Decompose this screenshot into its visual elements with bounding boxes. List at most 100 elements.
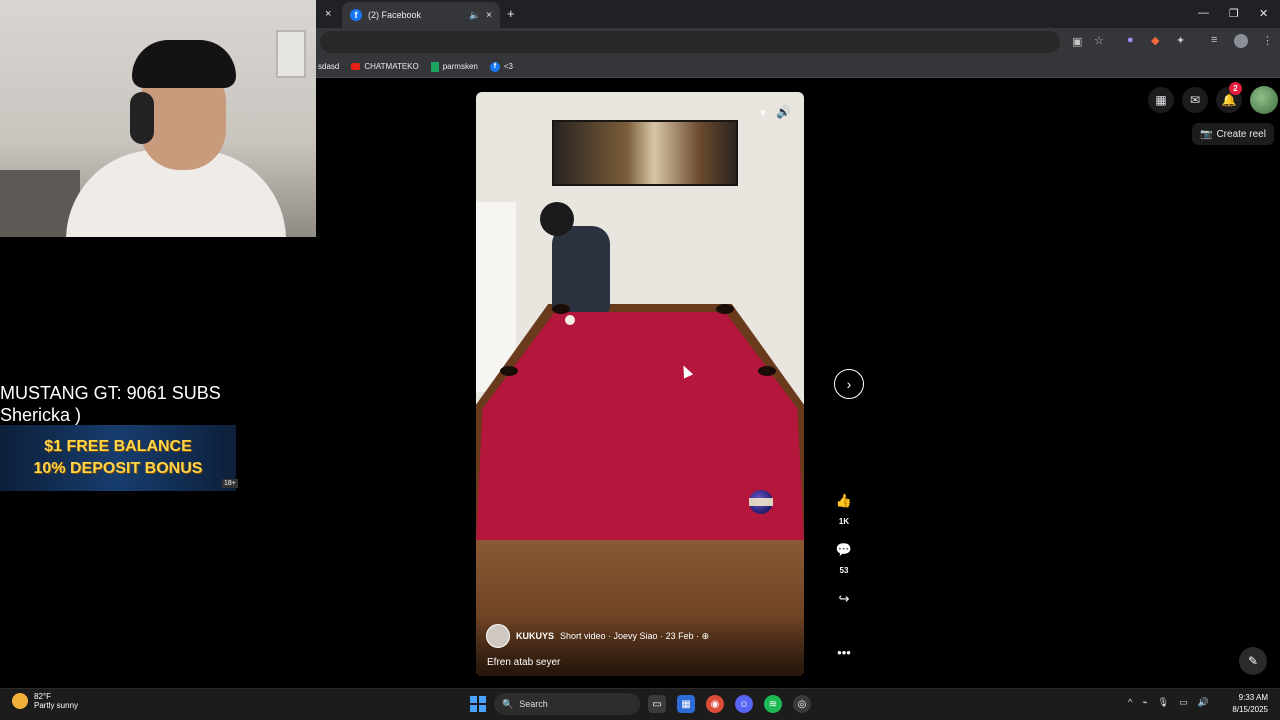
create-reel-button[interactable]: 📷 Create reel: [1192, 123, 1274, 145]
bookmark-sdasd[interactable]: sdasd: [318, 62, 339, 71]
media-control-icon[interactable]: ≡: [1211, 34, 1217, 46]
clock-date: 8/15/2025: [1232, 705, 1268, 714]
edit-icon: ✎: [1247, 654, 1259, 668]
bookmark-star-icon[interactable]: ☆: [1094, 34, 1104, 47]
promo-banner: $1 FREE BALANCE 10% DEPOSIT BONUS: [0, 425, 236, 491]
app-icon[interactable]: ◎: [793, 695, 811, 713]
reel-caption: Efren atab seyer: [487, 657, 561, 668]
chevron-right-icon: ›: [846, 376, 852, 392]
reel-meta: KUKUYS Short video · Joevy Siao · 23 Feb…: [486, 624, 709, 648]
more-options-icon[interactable]: •••: [832, 640, 856, 664]
next-reel-button[interactable]: ›: [834, 369, 864, 399]
discord-icon[interactable]: ☺: [735, 695, 753, 713]
overlay-line-name: Shericka ): [0, 405, 82, 425]
messenger-icon[interactable]: ✉: [1182, 87, 1208, 113]
taskbar-clock[interactable]: 9:33 AM 8/15/2025: [1222, 692, 1268, 716]
video-player-head: [540, 202, 574, 236]
bookmark-label: <3: [503, 62, 513, 71]
youtube-icon: [351, 63, 361, 70]
video-pocket: [716, 304, 734, 314]
menu-grid-icon[interactable]: ▦: [1148, 87, 1174, 113]
browser-tab-facebook[interactable]: f (2) Facebook 🔈 ×: [342, 2, 500, 28]
more-action[interactable]: •••: [832, 640, 856, 664]
window-minimize-button[interactable]: —: [1198, 7, 1209, 19]
display-icon[interactable]: ▭: [1179, 697, 1188, 708]
task-view-icon[interactable]: ▭: [648, 695, 666, 713]
taskbar-search[interactable]: 🔍 Search: [494, 693, 640, 715]
comment-action[interactable]: 💬 53: [832, 538, 856, 575]
like-action[interactable]: 👍 1K: [832, 489, 856, 526]
promo-line-2: 10% DEPOSIT BONUS: [33, 460, 203, 477]
webcam-headset: [130, 92, 154, 144]
speaker-icon[interactable]: 🔊: [1198, 697, 1209, 708]
video-striped-ball: [749, 490, 773, 514]
bookmark-label: parmsken: [442, 62, 478, 71]
extension-purple-icon[interactable]: ●: [1127, 34, 1134, 46]
system-tray: ^ ⌁ 🎙 ▭ 🔊: [1128, 697, 1209, 708]
tab-close-left-icon[interactable]: ×: [325, 8, 331, 20]
extensions-puzzle-icon[interactable]: ✦: [1176, 34, 1185, 47]
search-icon: 🔍: [502, 698, 514, 709]
video-player-person: [532, 202, 612, 312]
search-label: Search: [519, 699, 548, 709]
weather-sun-icon: [12, 693, 28, 709]
tab-close-icon[interactable]: ×: [486, 10, 492, 21]
windows-start-icon[interactable]: [470, 696, 486, 712]
tray-chevron-up-icon[interactable]: ^: [1128, 697, 1132, 708]
bookmarks-bar: sdasd CHATMATEKO parmsken f <3: [316, 56, 1280, 78]
author-avatar[interactable]: [486, 624, 510, 648]
webcam-hair: [132, 40, 236, 88]
tab-title: (2) Facebook: [368, 10, 422, 20]
weather-condition: Partly sunny: [34, 701, 79, 710]
window-restore-button[interactable]: ❐: [1229, 7, 1239, 20]
like-count: 1K: [838, 517, 850, 526]
compose-message-button[interactable]: ✎: [1239, 647, 1267, 675]
new-tab-button[interactable]: +: [507, 6, 515, 21]
reel-controls: ⏸ 🔊: [760, 105, 791, 120]
chrome-icon[interactable]: ◉: [706, 695, 724, 713]
webcam-window-ac: [276, 30, 306, 78]
reel-meta-info: Short video · Joevy Siao · 23 Feb · ⊕: [560, 630, 710, 641]
windows-taskbar: [0, 688, 1280, 720]
comment-icon[interactable]: 💬: [832, 538, 856, 562]
facebook-icon: f: [489, 61, 500, 72]
overlay-line-subs: MUSTANG GT: 9061 SUBS: [0, 383, 221, 403]
extension-fox-icon[interactable]: ◆: [1151, 34, 1159, 47]
tab-audio-icon[interactable]: 🔈: [469, 10, 480, 21]
bookmark-chatmateko[interactable]: CHATMATEKO: [351, 62, 419, 71]
bookmark-label: CHATMATEKO: [364, 62, 419, 71]
facebook-profile-avatar[interactable]: [1250, 86, 1278, 114]
notification-badge: 2: [1229, 82, 1242, 95]
share-action[interactable]: ↪: [832, 587, 856, 611]
video-cue-ball: [565, 315, 575, 325]
store-icon[interactable]: ▦: [677, 695, 695, 713]
bookmark-parmsken[interactable]: parmsken: [430, 61, 478, 72]
browser-menu-icon[interactable]: ⋮: [1262, 34, 1273, 47]
weather-widget[interactable]: 82°F Partly sunny: [12, 692, 78, 710]
comment-count: 53: [839, 566, 849, 575]
video-player-body: [552, 226, 610, 312]
pause-icon[interactable]: ⏸: [760, 105, 766, 120]
share-icon[interactable]: ↪: [832, 587, 856, 611]
install-app-icon[interactable]: ▣: [1072, 35, 1082, 48]
browser-profile-avatar[interactable]: [1234, 34, 1248, 48]
window-close-button[interactable]: ✕: [1259, 7, 1268, 20]
stream-overlay-text: MUSTANG GT: 9061 SUBS Shericka ): [0, 382, 221, 426]
weather-temperature: 82°F: [34, 692, 51, 701]
promo-line-1: $1 FREE BALANCE: [44, 438, 192, 455]
taskbar-apps: ▭ ▦ ◉ ☺ ≋ ◎: [648, 695, 811, 713]
address-bar[interactable]: [320, 31, 1060, 53]
volume-icon[interactable]: 🔊: [776, 105, 791, 120]
network-icon[interactable]: ⌁: [1142, 697, 1147, 708]
facebook-header-actions: ▦ ✉ 🔔: [1148, 86, 1278, 114]
microphone-icon[interactable]: 🎙: [1158, 697, 1169, 708]
author-name[interactable]: KUKUYS: [516, 631, 554, 641]
webcam-overlay: [0, 0, 316, 237]
thumbs-up-icon[interactable]: 👍: [832, 489, 856, 513]
sheets-icon: [430, 61, 439, 72]
reel-video[interactable]: [476, 92, 804, 676]
video-horse-painting: [552, 120, 738, 186]
bookmark-heart[interactable]: f <3: [489, 61, 513, 72]
video-pocket: [552, 304, 570, 314]
spotify-icon[interactable]: ≋: [764, 695, 782, 713]
